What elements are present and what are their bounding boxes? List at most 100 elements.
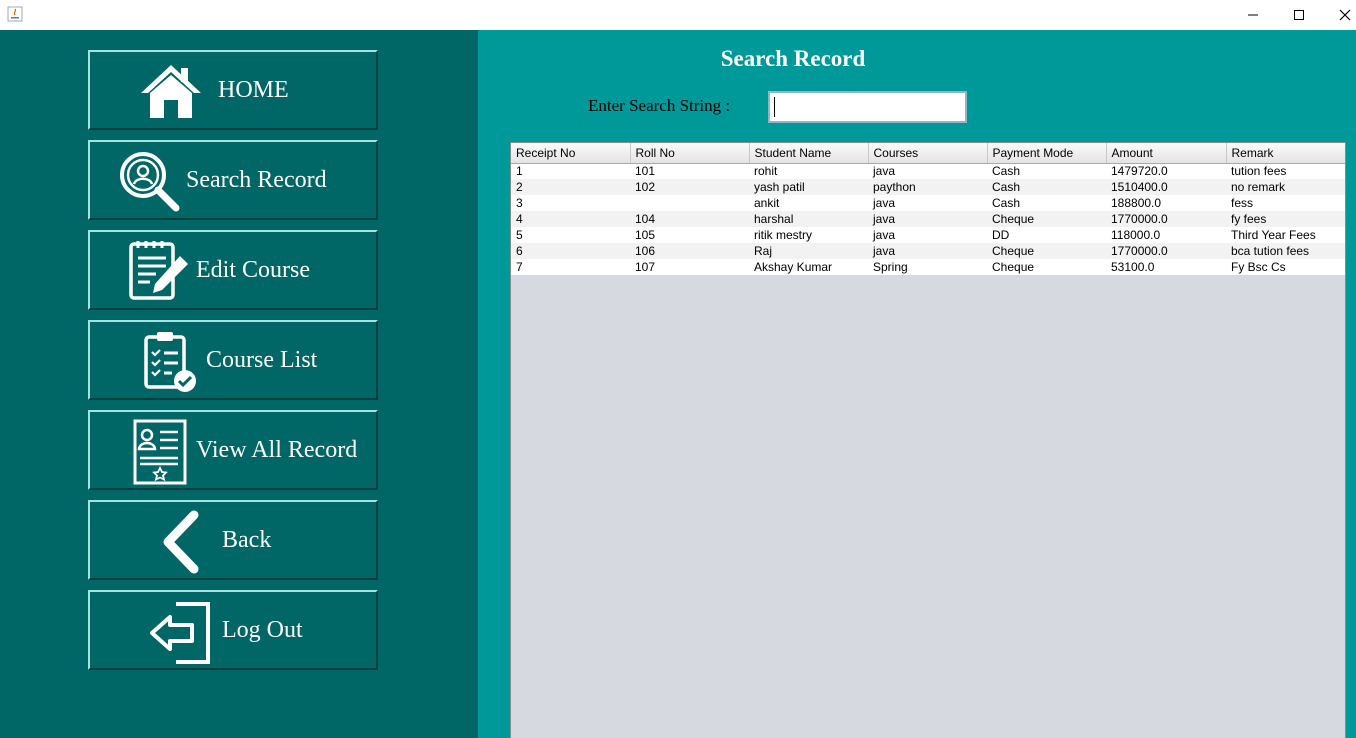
table-cell[interactable]: Third Year Fees <box>1226 227 1345 243</box>
table-cell[interactable]: Cash <box>987 195 1106 211</box>
home-label: HOME <box>218 77 289 103</box>
main-panel: Search Record Enter Search String : Rece… <box>478 30 1356 738</box>
view-all-record-button[interactable]: View All Record <box>88 410 378 490</box>
table-cell[interactable]: 105 <box>630 227 749 243</box>
text-caret <box>774 97 775 117</box>
table-cell[interactable]: Cheque <box>987 211 1106 227</box>
column-header-student-name[interactable]: Student Name <box>749 143 869 164</box>
table-cell[interactable]: Fy Bsc Cs <box>1226 259 1345 275</box>
column-header-courses[interactable]: Courses <box>868 143 988 164</box>
column-header-receipt-no[interactable]: Receipt No <box>511 143 631 164</box>
close-icon <box>1339 9 1351 21</box>
column-header-payment-mode[interactable]: Payment Mode <box>987 143 1107 164</box>
table-row[interactable]: 5 105 ritik mestry java DD 118000.0 Third Year… <box>511 227 1345 243</box>
table-cell[interactable]: ritik mestry <box>749 227 868 243</box>
table-cell[interactable]: harshal <box>749 211 868 227</box>
table-cell[interactable]: fy fees <box>1226 211 1345 227</box>
search-input[interactable] <box>768 91 967 123</box>
chevron-left-icon <box>158 510 202 579</box>
maximize-icon <box>1294 10 1304 20</box>
table-cell[interactable]: no remark <box>1226 179 1345 195</box>
table-cell[interactable]: Cash <box>987 163 1106 179</box>
table-cell[interactable]: fess <box>1226 195 1345 211</box>
edit-course-button[interactable]: Edit Course <box>88 230 378 310</box>
edit-document-icon <box>128 240 192 307</box>
table-cell[interactable]: 1510400.0 <box>1106 179 1226 195</box>
table-cell[interactable]: 1479720.0 <box>1106 163 1226 179</box>
records-table[interactable]: Receipt No Roll No Student Name Courses … <box>510 142 1346 738</box>
table-cell[interactable]: 104 <box>630 211 749 227</box>
column-header-roll-no[interactable]: Roll No <box>630 143 750 164</box>
table-cell[interactable]: java <box>868 227 987 243</box>
back-label: Back <box>222 527 272 553</box>
view-all-record-label: View All Record <box>196 437 358 463</box>
table-cell[interactable]: Cheque <box>987 243 1106 259</box>
minimize-icon <box>1248 14 1258 16</box>
table-cell[interactable]: 5 <box>511 227 630 243</box>
table-row[interactable]: 4 104 harshal java Cheque 1770000.0 fy fees <box>511 211 1345 227</box>
column-header-remark[interactable]: Remark <box>1226 143 1345 164</box>
table-cell[interactable]: Raj <box>749 243 868 259</box>
table-cell[interactable]: bca tution fees <box>1226 243 1345 259</box>
close-button[interactable] <box>1322 0 1356 30</box>
search-record-button[interactable]: Search Record <box>88 140 378 220</box>
table-cell[interactable]: tution fees <box>1226 163 1345 179</box>
table-cell[interactable]: rohit <box>749 163 868 179</box>
table-cell[interactable]: 6 <box>511 243 630 259</box>
page-title: Search Record <box>720 46 866 71</box>
table-cell[interactable]: 4 <box>511 211 630 227</box>
record-card-icon <box>132 418 188 491</box>
table-cell[interactable]: 1770000.0 <box>1106 243 1226 259</box>
java-app-icon <box>7 6 23 22</box>
search-label: Enter Search String : <box>588 96 731 115</box>
table-cell[interactable]: Cheque <box>987 259 1106 275</box>
sidebar: HOME Search Record Edit Course Course Li… <box>0 30 478 738</box>
maximize-button[interactable] <box>1276 0 1322 30</box>
back-button[interactable]: Back <box>88 500 378 580</box>
column-header-amount[interactable]: Amount <box>1106 143 1227 164</box>
table-cell[interactable]: yash patil <box>749 179 868 195</box>
table-cell[interactable]: 118000.0 <box>1106 227 1226 243</box>
table-cell[interactable]: 102 <box>630 179 749 195</box>
home-button[interactable]: HOME <box>88 50 378 130</box>
table-cell[interactable]: java <box>868 163 987 179</box>
window-titlebar <box>0 0 1356 30</box>
table-cell[interactable]: 53100.0 <box>1106 259 1226 275</box>
search-user-icon <box>118 150 184 221</box>
table-row[interactable]: 3 ankit java Cash 188800.0 fess <box>511 195 1345 211</box>
table-cell[interactable]: 106 <box>630 243 749 259</box>
table-cell[interactable]: paython <box>868 179 987 195</box>
table-cell[interactable]: 107 <box>630 259 749 275</box>
table-cell[interactable]: 101 <box>630 163 749 179</box>
table-row[interactable]: 2 102 yash patil paython Cash 1510400.0 no rem… <box>511 179 1345 195</box>
table-cell[interactable]: 3 <box>511 195 630 211</box>
table-cell[interactable]: 7 <box>511 259 630 275</box>
table-cell[interactable]: java <box>868 243 987 259</box>
table-row[interactable]: 1 101 rohit java Cash 1479720.0 tution fees <box>511 163 1345 179</box>
minimize-button[interactable] <box>1230 0 1276 30</box>
table-row[interactable]: 7 107 Akshay Kumar Spring Cheque 53100.0 Fy Bs… <box>511 259 1345 275</box>
course-list-button[interactable]: Course List <box>88 320 378 400</box>
clipboard-check-icon <box>142 330 202 399</box>
table-row[interactable]: 6 106 Raj java Cheque 1770000.0 bca tution fee… <box>511 243 1345 259</box>
table-cell[interactable]: ankit <box>749 195 868 211</box>
table-cell[interactable]: 1770000.0 <box>1106 211 1226 227</box>
table-cell[interactable]: Cash <box>987 179 1106 195</box>
table-cell[interactable] <box>630 195 749 211</box>
search-record-label: Search Record <box>186 167 327 193</box>
table-header-row: Receipt No Roll No Student Name Courses … <box>511 143 1345 164</box>
log-out-label: Log Out <box>222 617 303 643</box>
table-cell[interactable]: 1 <box>511 163 630 179</box>
table-cell[interactable]: java <box>868 211 987 227</box>
logout-icon <box>148 600 212 671</box>
edit-course-label: Edit Course <box>196 257 310 283</box>
table-cell[interactable]: java <box>868 195 987 211</box>
home-icon <box>138 62 204 125</box>
log-out-button[interactable]: Log Out <box>88 590 378 670</box>
table-cell[interactable]: 188800.0 <box>1106 195 1226 211</box>
table-cell[interactable]: Spring <box>868 259 987 275</box>
table-cell[interactable]: DD <box>987 227 1106 243</box>
table-body: 1 101 rohit java Cash 1479720.0 tution fees 2 10… <box>511 163 1345 275</box>
table-cell[interactable]: Akshay Kumar <box>749 259 868 275</box>
table-cell[interactable]: 2 <box>511 179 630 195</box>
